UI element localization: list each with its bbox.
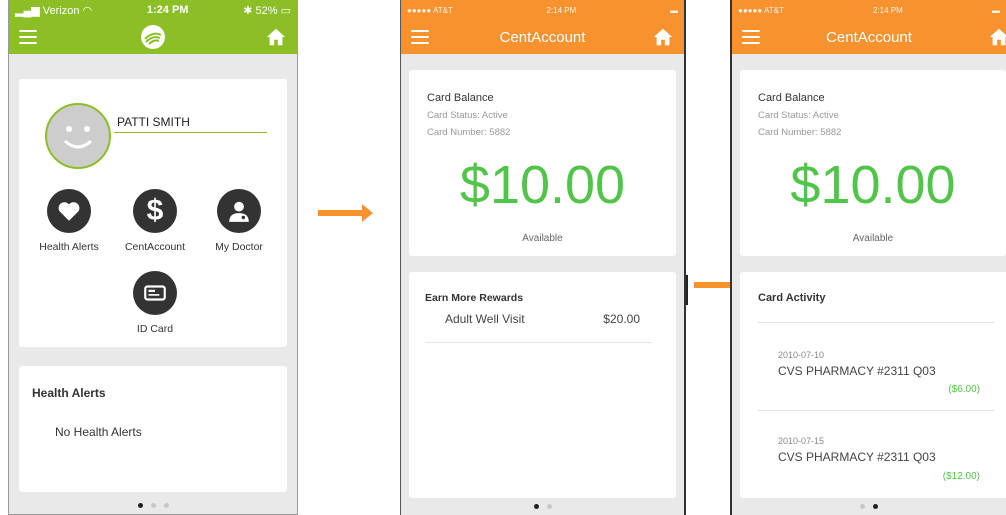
nav-bar (9, 20, 297, 54)
rewards-title: Earn More Rewards (425, 292, 524, 304)
card-status: Card Status: Active (427, 110, 508, 121)
card-status: Card Status: Active (758, 110, 839, 121)
card-balance-panel: Card Balance Card Status: Active Card Nu… (740, 70, 1006, 256)
phone-screen-centaccount: ●●●●● AT&T 2:14 PM ▬ CentAccount Card Ba… (400, 0, 686, 515)
page-title: CentAccount (499, 28, 586, 46)
divider (114, 132, 267, 133)
nav-bar: CentAccount (401, 20, 684, 54)
activity-date: 2010-07-15 (778, 436, 825, 446)
signal-icon: ▂▄▆ (15, 4, 40, 17)
battery-icon: ▬ (991, 5, 1000, 15)
flow-arrow-icon (318, 204, 373, 222)
carrier-label: ●●●●● AT&T (407, 5, 453, 15)
home-icon[interactable] (265, 26, 287, 48)
card-number: Card Number: 5882 (427, 127, 511, 138)
smiley-face-icon (63, 126, 93, 149)
centaccount-button[interactable]: $ CentAccount (110, 189, 200, 253)
id-card-button[interactable]: ID Card (110, 271, 200, 335)
status-bar: ●●●●● AT&T 2:14 PM ▬ (401, 0, 684, 20)
health-alerts-label: Health Alerts (39, 241, 99, 253)
dollar-icon: $ (133, 189, 177, 233)
home-icon[interactable] (988, 26, 1006, 48)
reward-name: Adult Well Visit (445, 312, 525, 326)
bluetooth-icon: ✱ (243, 4, 253, 17)
id-card-label: ID Card (136, 323, 174, 335)
available-label: Available (852, 233, 894, 244)
divider (686, 275, 688, 305)
balance-amount: $10.00 (790, 155, 956, 215)
status-time: 2:14 PM (546, 5, 577, 15)
menu-icon[interactable] (19, 30, 37, 44)
app-logo-icon (141, 25, 165, 49)
centaccount-label: CentAccount (124, 241, 186, 253)
nav-bar: CentAccount (732, 20, 1006, 54)
page-indicator (732, 504, 1006, 509)
doctor-icon (217, 189, 261, 233)
phone-screen-card-activity: ●●●●● AT&T 2:14 PM ▬ CentAccount Card Ba… (730, 0, 1006, 515)
divider (425, 342, 652, 343)
page-dot[interactable] (163, 503, 169, 508)
heart-icon (47, 189, 91, 233)
activity-amount: ($6.00) (948, 384, 980, 395)
reward-value: $20.00 (603, 312, 640, 326)
status-time: 2:14 PM (873, 5, 903, 15)
page-dot[interactable] (533, 504, 539, 509)
card-balance-panel: Card Balance Card Status: Active Card Nu… (409, 70, 676, 256)
card-activity-title: Card Activity (758, 292, 826, 304)
profile-card: PATTI SMITH Health Alerts $ CentAccount … (19, 79, 287, 347)
signal-icon: ●●●●● (407, 5, 432, 15)
wifi-icon: ◠ (82, 4, 93, 17)
card-balance-title: Card Balance (758, 92, 825, 104)
status-time: 1:24 PM (146, 4, 189, 16)
status-bar: ▂▄▆ Verizon ◠ 1:24 PM ✱ 52% ▭ (9, 0, 297, 20)
my-doctor-label: My Doctor (215, 241, 263, 253)
carrier-label: ●●●●● AT&T (738, 5, 784, 15)
reward-item[interactable]: Adult Well Visit $20.00 (445, 312, 640, 326)
battery-status: ✱ 52% ▭ (243, 4, 291, 17)
available-label: Available (522, 233, 563, 244)
page-dot[interactable] (546, 504, 552, 509)
rewards-panel: Earn More Rewards Adult Well Visit $20.0… (409, 272, 676, 498)
health-alerts-button[interactable]: Health Alerts (24, 189, 114, 253)
my-doctor-button[interactable]: My Doctor (194, 189, 284, 253)
battery-icon: ▬ (669, 5, 678, 15)
page-indicator (401, 504, 684, 509)
page-indicator (9, 503, 297, 508)
page-dot[interactable] (150, 503, 156, 508)
health-alerts-card: Health Alerts No Health Alerts (19, 366, 287, 492)
divider (758, 410, 994, 411)
activity-amount: ($12.00) (942, 471, 980, 482)
card-number: Card Number: 5882 (758, 127, 842, 138)
card-balance-title: Card Balance (427, 92, 494, 104)
status-bar: ●●●●● AT&T 2:14 PM ▬ (732, 0, 1006, 20)
home-icon[interactable] (652, 26, 674, 48)
divider (758, 322, 994, 323)
page-title: CentAccount (826, 28, 912, 46)
page-dot[interactable] (860, 504, 865, 509)
id-card-icon (133, 271, 177, 315)
menu-icon[interactable] (411, 30, 429, 44)
phone-screen-home: ▂▄▆ Verizon ◠ 1:24 PM ✱ 52% ▭ PATTI SMIT… (8, 0, 298, 515)
activity-merchant: CVS PHARMACY #2311 Q03 (778, 364, 936, 378)
menu-icon[interactable] (742, 30, 760, 44)
battery-icon: ▭ (280, 4, 291, 17)
page-dot[interactable] (137, 503, 143, 508)
no-alerts-text: No Health Alerts (55, 425, 142, 439)
activity-merchant: CVS PHARMACY #2311 Q03 (778, 450, 936, 464)
carrier-label: ▂▄▆ Verizon ◠ (15, 4, 93, 17)
user-name: PATTI SMITH (117, 115, 190, 129)
avatar[interactable] (45, 103, 111, 169)
signal-icon: ●●●●● (738, 5, 763, 15)
health-alerts-title: Health Alerts (32, 386, 106, 400)
activity-date: 2010-07-10 (778, 350, 825, 360)
balance-amount: $10.00 (459, 155, 626, 215)
page-dot[interactable] (873, 504, 878, 509)
card-activity-panel: Card Activity 2010-07-10 CVS PHARMACY #2… (740, 272, 1006, 498)
